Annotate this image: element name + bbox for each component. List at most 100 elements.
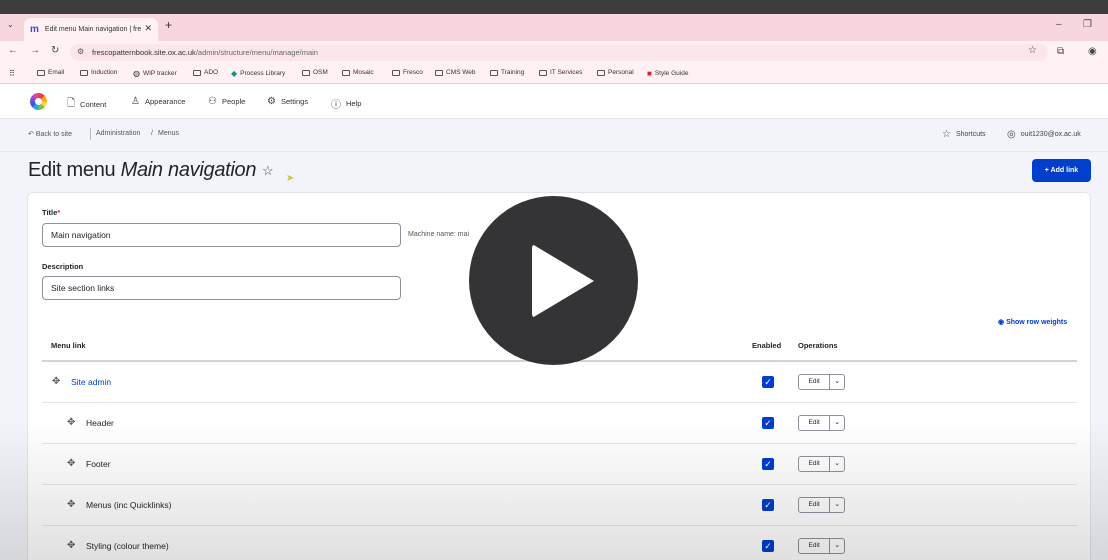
folder-icon (392, 69, 400, 76)
drag-handle-icon[interactable]: ✥ (52, 376, 60, 387)
bookmark-cms-web[interactable]: CMS Web (435, 69, 476, 76)
chevron-down-icon[interactable]: ⌄ (830, 539, 844, 553)
edit-button[interactable]: Edit (799, 498, 831, 512)
document-icon: 🗋 (67, 98, 76, 109)
chevron-down-icon[interactable]: ⌄ (830, 498, 844, 512)
bookmark-wip-tracker[interactable]: ◍ WIP tracker (133, 69, 177, 78)
chevron-down-icon[interactable]: ⌄ (830, 375, 844, 389)
process-library-icon: ◆ (231, 69, 238, 78)
folder-icon (597, 69, 605, 76)
reload-icon[interactable]: ↻ (51, 45, 59, 56)
table-row: ✥ Footer ✓ Edit ⌄ (42, 444, 1077, 485)
drag-handle-icon[interactable]: ✥ (67, 540, 75, 551)
table-row: ✥ Header ✓ Edit ⌄ (42, 403, 1077, 444)
show-row-weights-link[interactable]: ◉ Show row weights (998, 318, 1067, 326)
star-icon: ☆ (942, 129, 951, 140)
machine-name: Machine name: mai (408, 231, 470, 238)
breadcrumb-administration[interactable]: Administration (96, 130, 140, 137)
enabled-checkbox[interactable]: ✓ (762, 458, 774, 470)
site-logo-icon[interactable] (30, 93, 47, 110)
back-to-site-link[interactable]: ↶ Back to site (28, 130, 72, 138)
tab-list-chevron-icon[interactable]: ⌄ (7, 20, 14, 29)
folder-icon (37, 69, 45, 76)
user-menu[interactable]: ◎ ouit1230@ox.ac.uk (1007, 129, 1081, 140)
menu-link-label[interactable]: Menus (inc Quicklinks) (86, 500, 172, 510)
bookmark-ado[interactable]: ADO (193, 69, 218, 76)
edit-button[interactable]: Edit (799, 416, 831, 430)
edit-button[interactable]: Edit (799, 375, 831, 389)
url-field[interactable]: ⚙ frescopatternbook.site.ox.ac.uk/admin/… (70, 44, 1048, 61)
tab-close-icon[interactable]: ✕ (144, 23, 152, 34)
description-input[interactable]: Site section links (42, 276, 401, 300)
toolbar-people[interactable]: ⚇ People (208, 96, 245, 107)
bookmark-training[interactable]: Training (490, 69, 524, 76)
edit-button[interactable]: Edit (799, 539, 831, 553)
url-path: /admin/structure/menu/manage/main (195, 48, 318, 57)
bookmark-osm[interactable]: OSM (302, 69, 328, 76)
enabled-checkbox[interactable]: ✓ (762, 540, 774, 552)
bookmark-email[interactable]: Email (37, 69, 64, 76)
title-label: Title* (42, 208, 61, 217)
edit-button[interactable]: Edit (799, 457, 831, 471)
breadcrumb-menus[interactable]: Menus (158, 130, 179, 137)
bookmark-star-icon[interactable]: ☆ (1028, 45, 1037, 56)
bookmark-style-guide[interactable]: ■ Style Guide (647, 69, 688, 78)
folder-icon (193, 69, 201, 76)
bookmark-fresco[interactable]: Fresco (392, 69, 423, 76)
new-tab-button[interactable]: + (165, 18, 172, 32)
play-button-icon[interactable] (469, 196, 638, 365)
bookmark-mosaic[interactable]: Mosaic (342, 69, 374, 76)
url-host: frescopatternbook.site.ox.ac.uk (92, 48, 196, 57)
apps-grid-icon[interactable]: ⠿ (9, 69, 15, 78)
tab-title: Edit menu Main navigation | fre (44, 26, 142, 33)
toolbar-settings[interactable]: ⚙ Settings (267, 96, 308, 107)
help-icon: ⓘ (331, 100, 341, 111)
menu-link-label[interactable]: Header (86, 418, 114, 428)
toolbar-content[interactable]: 🗋 Content (67, 96, 106, 113)
folder-icon (342, 69, 350, 76)
enabled-checkbox[interactable]: ✓ (762, 499, 774, 511)
bookmark-it-services[interactable]: IT Services (539, 69, 582, 76)
minimize-icon[interactable]: – (1056, 19, 1062, 30)
menu-link-label[interactable]: Site admin (71, 377, 111, 387)
folder-icon (435, 69, 443, 76)
shortcuts-link[interactable]: ☆ Shortcuts (942, 129, 986, 140)
drag-handle-icon[interactable]: ✥ (67, 417, 75, 428)
forward-arrow-icon[interactable]: → (30, 45, 40, 56)
enabled-checkbox[interactable]: ✓ (762, 376, 774, 388)
bookmark-personal[interactable]: Personal (597, 69, 634, 76)
admin-toolbar: 🗋 Content ♙ Appearance ⚇ People ⚙ Settings ⓘ… (0, 84, 1108, 119)
table-row: ✥ Menus (inc Quicklinks) ✓ Edit ⌄ (42, 485, 1077, 526)
window-title-strip (0, 0, 1108, 14)
description-label: Description (42, 262, 84, 271)
user-icon: ◎ (1007, 129, 1016, 140)
bookmark-induction[interactable]: Induction (80, 69, 117, 76)
paint-icon: ♙ (131, 96, 140, 107)
people-icon: ⚇ (208, 96, 217, 107)
drag-handle-icon[interactable]: ✥ (67, 499, 75, 510)
breadcrumb: ↶ Back to site Administration / Menus ☆ S… (0, 119, 1108, 152)
chevron-down-icon[interactable]: ⌄ (830, 457, 844, 471)
drag-handle-icon[interactable]: ✥ (67, 458, 75, 469)
extensions-icon[interactable]: ⧉ (1057, 46, 1064, 57)
site-info-icon[interactable]: ⚙ (77, 47, 84, 56)
profile-icon[interactable]: ◉ (1088, 46, 1097, 57)
bookmark-process-library[interactable]: ◆ Process Library (231, 69, 285, 78)
mouse-cursor-icon: ➤ (286, 173, 295, 184)
chevron-down-icon[interactable]: ⌄ (830, 416, 844, 430)
menu-link-label[interactable]: Footer (86, 459, 111, 469)
column-menu-link: Menu link (51, 341, 86, 350)
enabled-checkbox[interactable]: ✓ (762, 417, 774, 429)
favorite-star-icon[interactable]: ☆ (262, 163, 274, 179)
operations-dropbutton: Edit ⌄ (798, 538, 845, 554)
back-arrow-icon[interactable]: ← (8, 45, 18, 56)
menu-link-label[interactable]: Styling (colour theme) (86, 541, 169, 551)
restore-icon[interactable]: ❐ (1083, 19, 1092, 30)
add-link-button[interactable]: + Add link (1032, 159, 1091, 182)
toolbar-appearance[interactable]: ♙ Appearance (131, 96, 185, 107)
operations-dropbutton: Edit ⌄ (798, 456, 845, 472)
toolbar-help[interactable]: ⓘ Help (331, 96, 361, 111)
site-favicon-icon: m (30, 24, 39, 35)
browser-tab-active[interactable]: m Edit menu Main navigation | fre ✕ (24, 18, 158, 41)
title-input[interactable]: Main navigation (42, 223, 401, 247)
